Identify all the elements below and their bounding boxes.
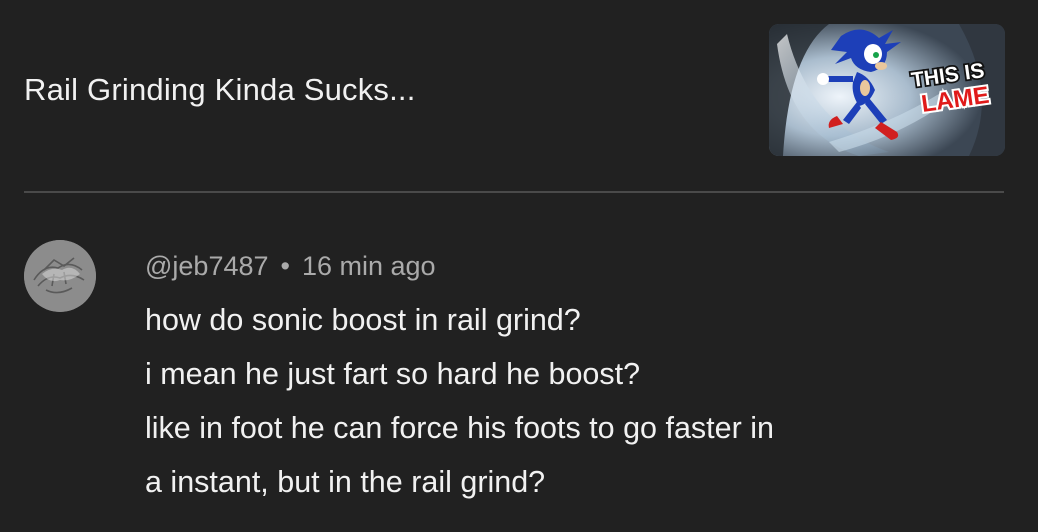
comment: @jeb7487 • 16 min ago how do sonic boost i… bbox=[24, 240, 1014, 510]
comment-text-line: i mean he just fart so hard he boost? bbox=[145, 357, 641, 391]
meta-separator: • bbox=[280, 251, 290, 281]
comment-meta: @jeb7487 • 16 min ago bbox=[145, 249, 436, 283]
comment-text-line: a instant, but in the rail grind? bbox=[145, 465, 546, 499]
avatar[interactable] bbox=[24, 240, 96, 312]
video-header: Rail Grinding Kinda Sucks... THIS IS LAM… bbox=[0, 0, 1038, 192]
section-divider bbox=[24, 191, 1004, 193]
comment-text-line: like in foot he can force his foots to g… bbox=[145, 411, 774, 445]
comment-author[interactable]: @jeb7487 bbox=[145, 251, 269, 281]
thumbnail-caption: THIS IS LAME bbox=[908, 57, 993, 120]
comment-body: how do sonic boost in rail grind? i mean… bbox=[145, 293, 975, 509]
video-title[interactable]: Rail Grinding Kinda Sucks... bbox=[24, 70, 416, 110]
video-thumbnail[interactable]: THIS IS LAME bbox=[769, 24, 1005, 156]
avatar-sketch-icon bbox=[24, 240, 96, 312]
comment-text-line: how do sonic boost in rail grind? bbox=[145, 303, 581, 337]
comment-timestamp: 16 min ago bbox=[301, 251, 436, 281]
thumbnail-artwork: THIS IS LAME bbox=[769, 24, 1005, 156]
